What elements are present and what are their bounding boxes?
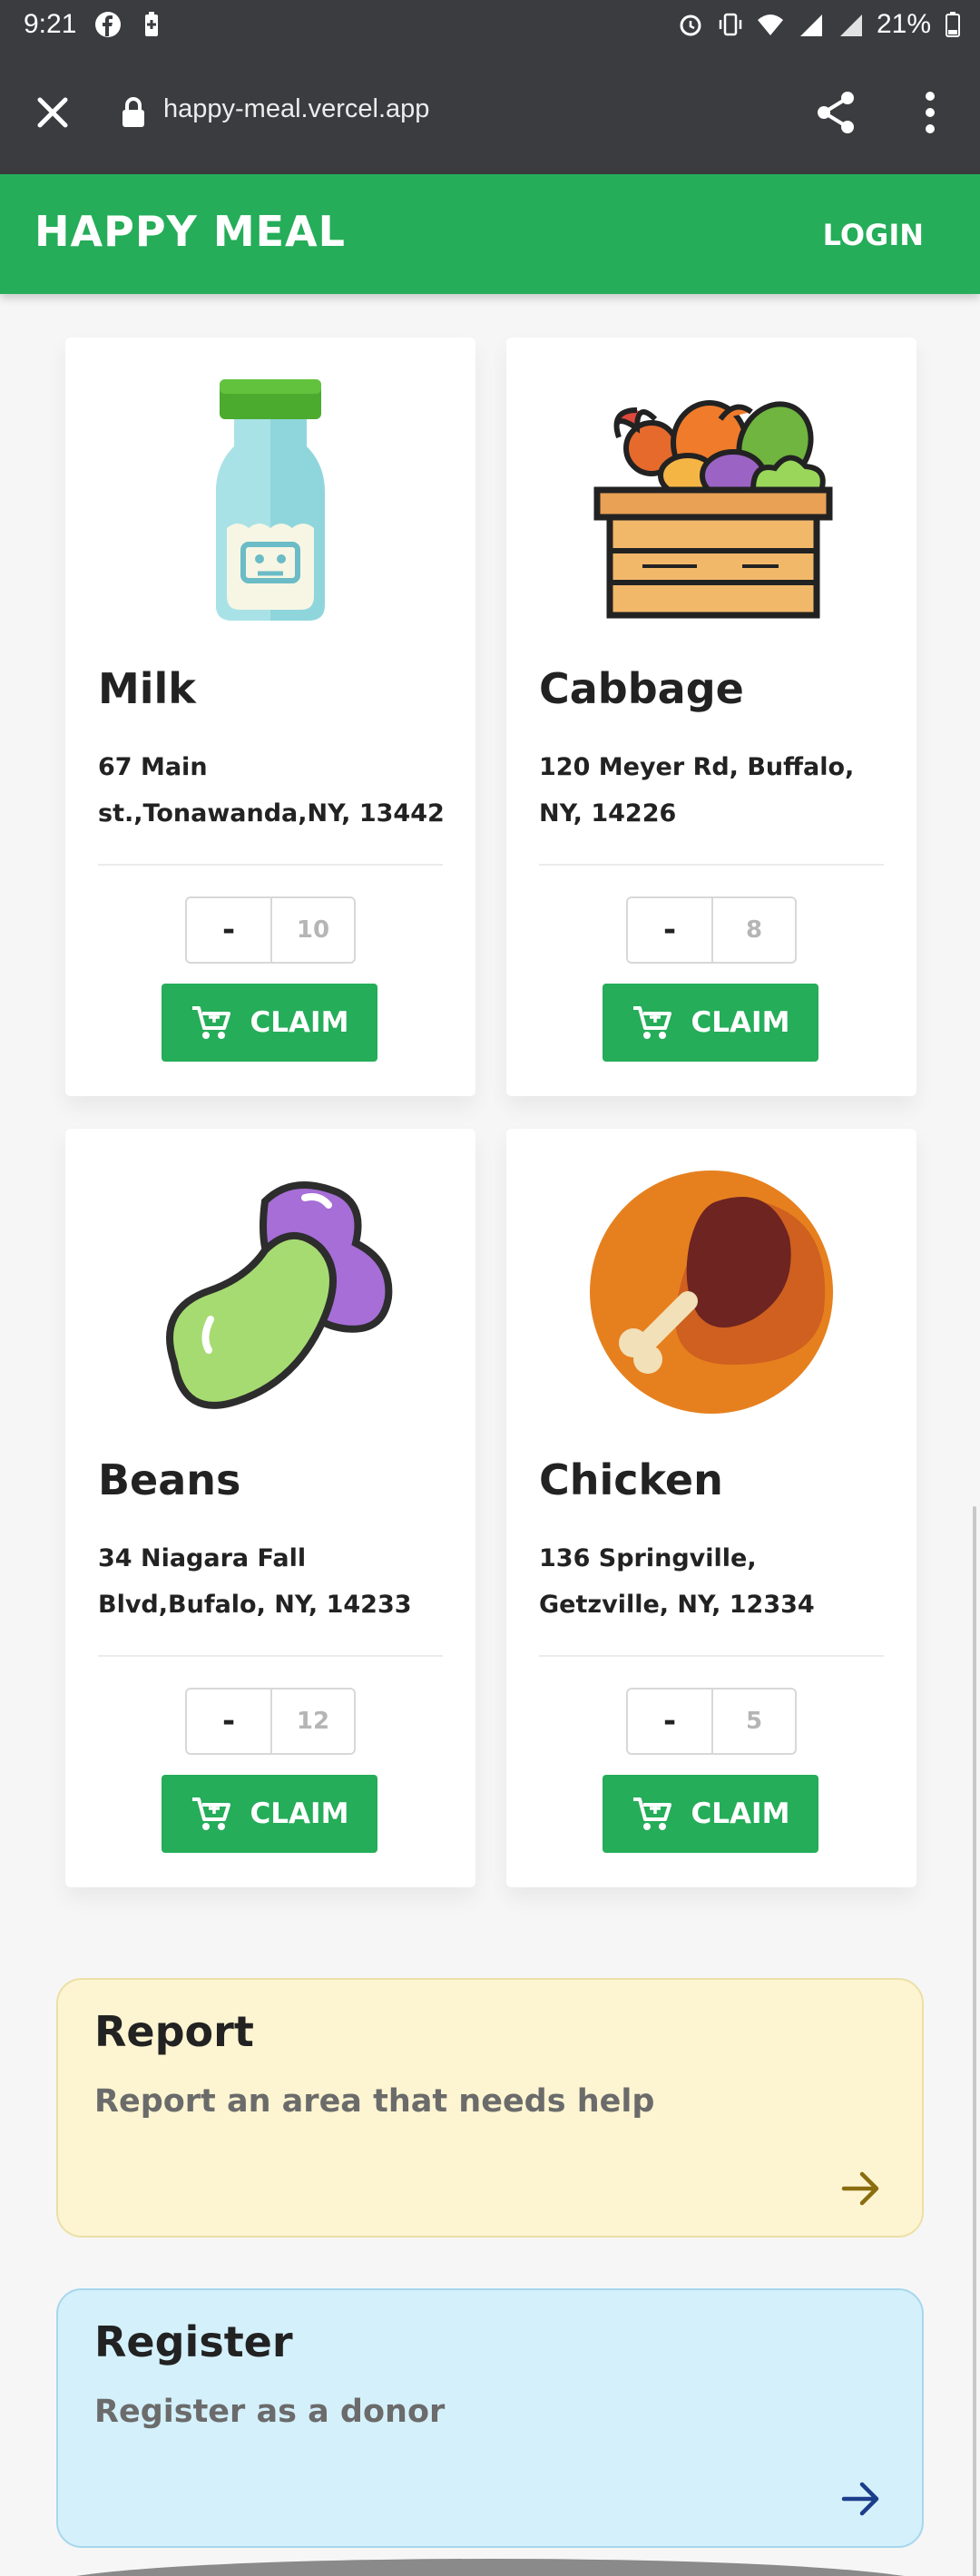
claim-button[interactable]: CLAIM	[603, 1775, 818, 1853]
brand-logo[interactable]: HAPPY MEAL	[34, 207, 346, 256]
report-subtitle: Report an area that needs help	[94, 2083, 655, 2120]
quantity-stepper: - 12	[185, 1688, 356, 1755]
claim-label: CLAIM	[250, 1006, 349, 1039]
vibrate-icon	[719, 13, 742, 36]
chicken-leg-icon	[590, 1170, 833, 1414]
browser-bar: happy-meal.vercel.app	[0, 53, 980, 174]
item-address: 136 Springville, Getzville, NY, 12334	[539, 1544, 815, 1619]
add-to-cart-icon	[632, 1006, 671, 1039]
food-card-cabbage: Cabbage 120 Meyer Rd, Buffalo, NY, 14226…	[506, 338, 916, 1096]
signal-icon	[799, 15, 822, 36]
item-address: 34 Niagara Fall Blvd,Bufalo, NY, 14233	[98, 1544, 412, 1619]
decrement-button[interactable]: -	[628, 898, 713, 962]
report-card[interactable]: Report Report an area that needs help	[56, 1978, 924, 2238]
bottom-section-edge	[45, 2559, 935, 2576]
claim-button[interactable]: CLAIM	[603, 984, 818, 1062]
add-to-cart-icon	[191, 1797, 230, 1830]
decrement-button[interactable]: -	[628, 1690, 713, 1753]
claim-button[interactable]: CLAIM	[162, 984, 377, 1062]
more-options-icon[interactable]	[916, 89, 944, 136]
vegetable-crate-icon	[593, 400, 833, 619]
share-icon[interactable]	[813, 89, 860, 136]
alarm-icon	[680, 15, 701, 36]
status-time: 9:21	[24, 9, 77, 39]
food-card-beans: Beans 34 Niagara Fall Blvd,Bufalo, NY, 1…	[65, 1129, 475, 1887]
quantity-value[interactable]: 5	[713, 1690, 795, 1753]
decrement-button[interactable]: -	[187, 898, 272, 962]
arrow-right-icon[interactable]	[840, 2170, 882, 2207]
item-address: 67 Main st.,Tonawanda,NY, 13442	[98, 753, 445, 828]
beans-icon	[166, 1181, 393, 1409]
divider	[98, 1655, 443, 1657]
facebook-icon	[95, 12, 121, 37]
divider	[539, 864, 884, 866]
item-name: Milk	[98, 664, 196, 713]
claim-label: CLAIM	[691, 1006, 790, 1039]
food-card-chicken: Chicken 136 Springville, Getzville, NY, …	[506, 1129, 916, 1887]
divider	[539, 1655, 884, 1657]
item-name: Beans	[98, 1455, 241, 1504]
lock-icon	[122, 97, 144, 127]
register-title: Register	[94, 2317, 293, 2366]
app-header: HAPPY MEAL LOGIN	[0, 174, 980, 294]
quantity-value[interactable]: 12	[272, 1690, 354, 1753]
claim-button[interactable]: CLAIM	[162, 1775, 377, 1853]
login-link[interactable]: LOGIN	[823, 218, 924, 252]
food-card-milk: Milk 67 Main st.,Tonawanda,NY, 13442 - 1…	[65, 338, 475, 1096]
scrollbar[interactable]	[973, 1506, 976, 2576]
url-text[interactable]: happy-meal.vercel.app	[163, 94, 429, 124]
item-address: 120 Meyer Rd, Buffalo, NY, 14226	[539, 753, 855, 828]
add-to-cart-icon	[191, 1006, 230, 1039]
claim-label: CLAIM	[250, 1797, 349, 1830]
close-icon[interactable]	[33, 93, 73, 132]
quantity-stepper: - 8	[626, 896, 797, 964]
wifi-icon	[757, 15, 783, 35]
battery-percent: 21%	[876, 9, 931, 39]
status-bar: 9:21 21%	[0, 0, 980, 53]
claim-label: CLAIM	[691, 1797, 790, 1830]
quantity-stepper: - 10	[185, 896, 356, 964]
decrement-button[interactable]: -	[187, 1690, 272, 1753]
quantity-stepper: - 5	[626, 1688, 797, 1755]
quantity-value[interactable]: 8	[713, 898, 795, 962]
signal-roaming-icon	[839, 15, 862, 36]
add-to-cart-icon	[632, 1797, 671, 1830]
register-subtitle: Register as a donor	[94, 2394, 446, 2430]
quantity-value[interactable]: 10	[272, 898, 354, 962]
arrow-right-icon[interactable]	[840, 2481, 882, 2517]
item-name: Cabbage	[539, 664, 744, 713]
report-title: Report	[94, 2007, 254, 2056]
battery-icon	[946, 12, 960, 37]
milk-bottle-icon	[216, 379, 325, 621]
register-card[interactable]: Register Register as a donor	[56, 2288, 924, 2548]
item-name: Chicken	[539, 1455, 723, 1504]
divider	[98, 864, 443, 866]
battery-saver-icon	[145, 12, 158, 36]
